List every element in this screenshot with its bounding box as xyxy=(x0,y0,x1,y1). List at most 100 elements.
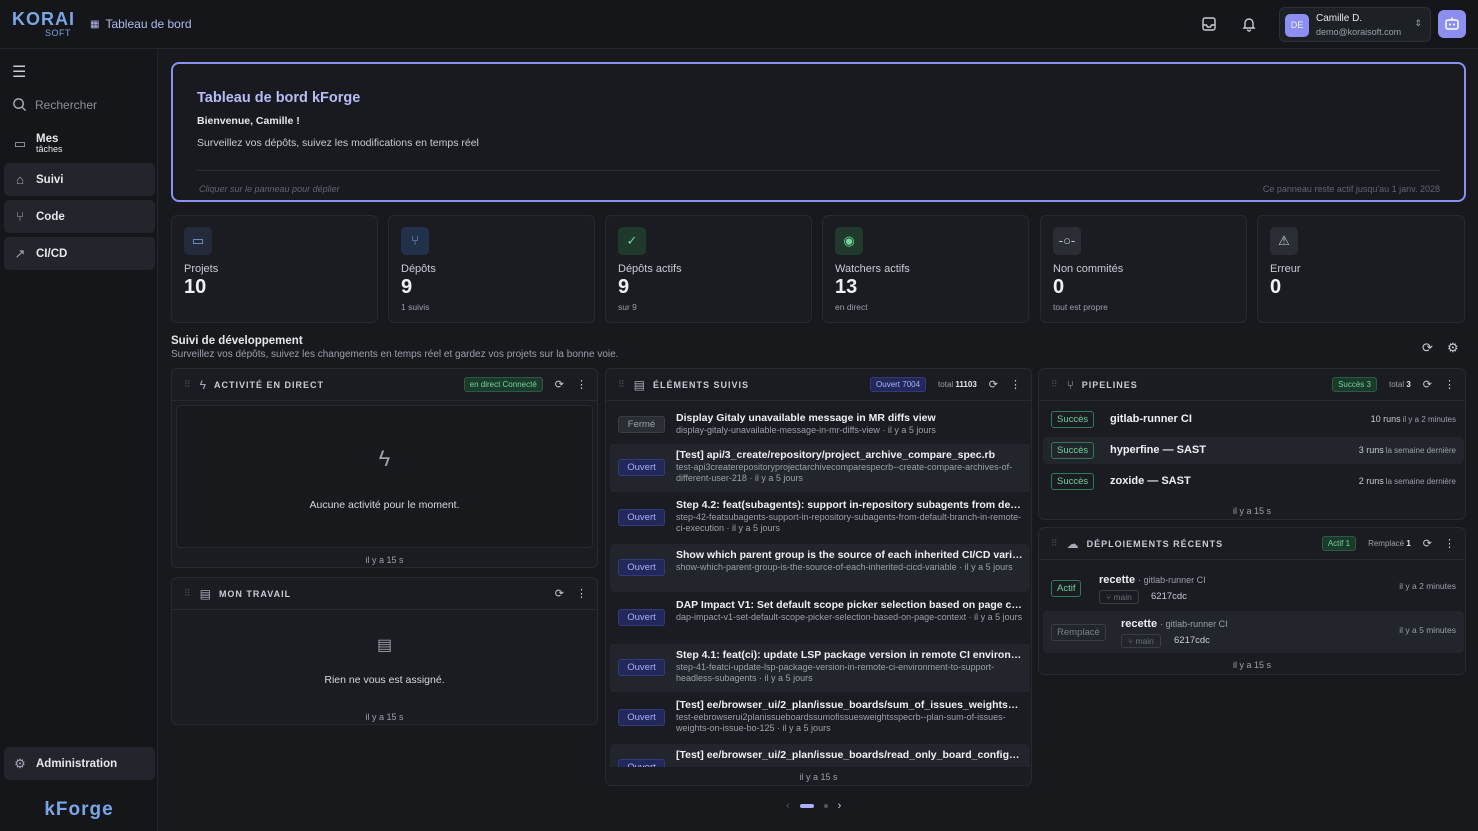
stat-value: 9 xyxy=(401,276,413,298)
chevron-left-icon[interactable]: ‹ xyxy=(786,800,790,812)
user-menu[interactable]: DE Camille D. demo@koraisoft.com ⇕ xyxy=(1279,7,1431,42)
item-title: [Test] ee/browser_ui/2_plan/issue_boards… xyxy=(676,699,1023,711)
stat-label: Watchers actifs xyxy=(835,263,910,275)
warning-icon: ⚠ xyxy=(1270,227,1298,255)
pipeline-row[interactable]: Succès zoxide — SAST 2 runs la semaine de… xyxy=(1043,468,1464,495)
drag-handle-icon[interactable]: ⠿ xyxy=(184,588,192,599)
drag-handle-icon[interactable]: ⠿ xyxy=(1051,538,1059,549)
item-desc: step-42-featsubagents-support-in-reposit… xyxy=(676,512,1022,533)
stat-sub: sur 9 xyxy=(618,302,637,312)
list-item[interactable]: Ouvert [Test] ee/browser_ui/2_plan/issue… xyxy=(610,694,1030,742)
deploy-env: recette xyxy=(1121,618,1158,630)
refresh-icon[interactable]: ⟳ xyxy=(1422,340,1433,356)
deploy-row[interactable]: Actif recette · gitlab-runner CI ⑂ main … xyxy=(1043,567,1464,609)
stat-card-projets[interactable]: ▭ Projets 10 xyxy=(171,215,378,323)
more-vertical-icon[interactable]: ⋮ xyxy=(1444,378,1455,391)
stat-card-watchers[interactable]: ◉ Watchers actifs 13 en direct xyxy=(822,215,1029,323)
folder-icon: ▭ xyxy=(184,227,212,255)
search-input[interactable]: Rechercher xyxy=(12,97,97,112)
refresh-icon[interactable]: ⟳ xyxy=(1423,537,1432,550)
refresh-icon[interactable]: ⟳ xyxy=(555,378,564,391)
empty-message: Aucune activité pour le moment. xyxy=(309,499,460,511)
page-dot[interactable] xyxy=(823,804,828,808)
list-item[interactable]: Ouvert Show which parent group is the so… xyxy=(610,544,1030,592)
sidebar-item-label: CI/CD xyxy=(36,247,68,260)
stat-card-depots[interactable]: ⑂ Dépôts 9 1 suivis xyxy=(388,215,595,323)
sidebar-item-administration[interactable]: ⚙ Administration xyxy=(4,747,155,780)
lightning-icon: ϟ xyxy=(378,446,391,471)
breadcrumb[interactable]: ▦ Tableau de bord xyxy=(90,17,192,31)
tracked-items-panel: ⠿ ▤ ÉLÉMENTS SUIVIS Ouvert 7004 total 11… xyxy=(605,368,1032,786)
drag-handle-icon[interactable]: ⠿ xyxy=(618,379,626,390)
search-icon xyxy=(13,98,27,112)
sidebar-item-code[interactable]: ⑂ Code xyxy=(4,200,155,233)
sidebar-item-suivi[interactable]: ⌂ Suivi xyxy=(4,163,155,196)
status-badge: Ouvert xyxy=(618,659,665,676)
branch-name: main xyxy=(1113,592,1132,602)
bell-icon[interactable] xyxy=(1240,16,1258,34)
list-item[interactable]: Ouvert Step 4.2: feat(subagents): suppor… xyxy=(610,494,1030,542)
sidebar-item-tasks[interactable]: ▭ Mes tâches xyxy=(4,127,155,160)
check-circle-icon: ✓ xyxy=(618,227,646,255)
stat-value: 0 xyxy=(1270,276,1282,298)
commit-hash: 6217cdc xyxy=(1174,635,1210,646)
inbox-icon[interactable] xyxy=(1200,16,1218,34)
list-item[interactable]: Fermé Display Gitaly unavailable message… xyxy=(610,407,1030,441)
list-item[interactable]: Ouvert [Test] api/3_create/repository/pr… xyxy=(610,444,1030,492)
dashboard-grid-icon: ▦ xyxy=(90,18,100,30)
list-item[interactable]: Ouvert [Test] ee/browser_ui/2_plan/issue… xyxy=(610,744,1030,767)
list-item[interactable]: Ouvert DAP Impact V1: Set default scope … xyxy=(610,594,1030,642)
more-vertical-icon[interactable]: ⋮ xyxy=(1010,378,1021,391)
total-value: 3 xyxy=(1406,380,1411,389)
deploy-name: recette · gitlab-runner CI xyxy=(1121,618,1228,630)
sidebar-item-label: Administration xyxy=(36,757,118,770)
stat-value: 0 xyxy=(1053,276,1065,298)
item-desc: step-41-featci-update-lsp-package-versio… xyxy=(676,662,995,683)
last-updated: il y a 15 s xyxy=(1232,660,1272,670)
stat-card-depots-actifs[interactable]: ✓ Dépôts actifs 9 sur 9 xyxy=(605,215,812,323)
sidebar-item-cicd[interactable]: ↗ CI/CD xyxy=(4,237,155,270)
deploy-row[interactable]: Remplacé recette · gitlab-runner CI ⑂ ma… xyxy=(1043,611,1464,653)
stat-value: 13 xyxy=(835,276,858,298)
pipeline-row[interactable]: Succès hyperfine — SAST 3 runs la semaine… xyxy=(1043,437,1464,464)
panel-header: ⠿ ☁ DÉPLOIEMENTS RÉCENTS Actif 1 Remplac… xyxy=(1039,528,1465,560)
stat-card-non-commites[interactable]: -○- Non commités 0 tout est propre xyxy=(1040,215,1247,323)
sidebar-item-tasks-sub: tâches xyxy=(36,143,63,154)
drag-handle-icon[interactable]: ⠿ xyxy=(184,379,192,390)
more-vertical-icon[interactable]: ⋮ xyxy=(576,587,587,600)
refresh-icon[interactable]: ⟳ xyxy=(989,378,998,391)
pipeline-name: hyperfine — SAST xyxy=(1110,444,1206,456)
item-desc: test-eebrowserui2planissueboardssumofiss… xyxy=(676,712,1006,733)
section-title: Suivi de développement xyxy=(171,335,303,347)
list-item[interactable]: Ouvert Step 4.1: feat(ci): update LSP pa… xyxy=(610,644,1030,692)
chevron-right-icon[interactable]: › xyxy=(838,800,842,812)
panel-header: ⠿ ▤ ÉLÉMENTS SUIVIS Ouvert 7004 total 11… xyxy=(606,369,1031,401)
panel-header: ⠿ ▤ MON TRAVAIL ⟳ ⋮ xyxy=(172,578,597,610)
menu-hamburger-icon[interactable]: ☰ xyxy=(12,62,26,82)
logo[interactable]: KORAI SOFT xyxy=(12,9,75,38)
status-badge: Actif xyxy=(1051,580,1082,597)
item-title: Step 4.1: feat(ci): update LSP package v… xyxy=(676,649,1023,661)
settings-gear-icon[interactable]: ⚙ xyxy=(1447,340,1459,356)
status-badge: Remplacé xyxy=(1051,624,1106,641)
more-vertical-icon[interactable]: ⋮ xyxy=(576,378,587,391)
assistant-bot-icon[interactable] xyxy=(1438,10,1466,38)
refresh-icon[interactable]: ⟳ xyxy=(1423,378,1432,391)
main-content: Tableau de bord kForge Bienvenue, Camill… xyxy=(158,49,1478,831)
welcome-banner[interactable]: Tableau de bord kForge Bienvenue, Camill… xyxy=(171,62,1466,202)
lightning-icon: ϟ xyxy=(199,377,206,392)
pipeline-name: gitlab-runner CI xyxy=(1110,413,1192,425)
drag-handle-icon[interactable]: ⠿ xyxy=(1051,379,1059,390)
item-title: [Test] api/3_create/repository/project_a… xyxy=(676,449,996,461)
top-bar: KORAI SOFT ▦ Tableau de bord DE Camille … xyxy=(0,0,1478,49)
stat-label: Dépôts xyxy=(401,263,436,275)
refresh-icon[interactable]: ⟳ xyxy=(555,587,564,600)
more-vertical-icon[interactable]: ⋮ xyxy=(1444,537,1455,550)
stat-card-erreur[interactable]: ⚠ Erreur 0 xyxy=(1257,215,1465,323)
deploy-time: il y a 5 minutes xyxy=(1399,625,1456,635)
page-dot-active[interactable] xyxy=(799,804,814,808)
pipeline-row[interactable]: Succès gitlab-runner CI 10 runs il y a 2 … xyxy=(1043,406,1464,433)
stat-label: Erreur xyxy=(1270,263,1301,275)
logo-text: KORAI xyxy=(12,9,75,29)
updown-chevron-icon: ⇕ xyxy=(1414,18,1422,28)
